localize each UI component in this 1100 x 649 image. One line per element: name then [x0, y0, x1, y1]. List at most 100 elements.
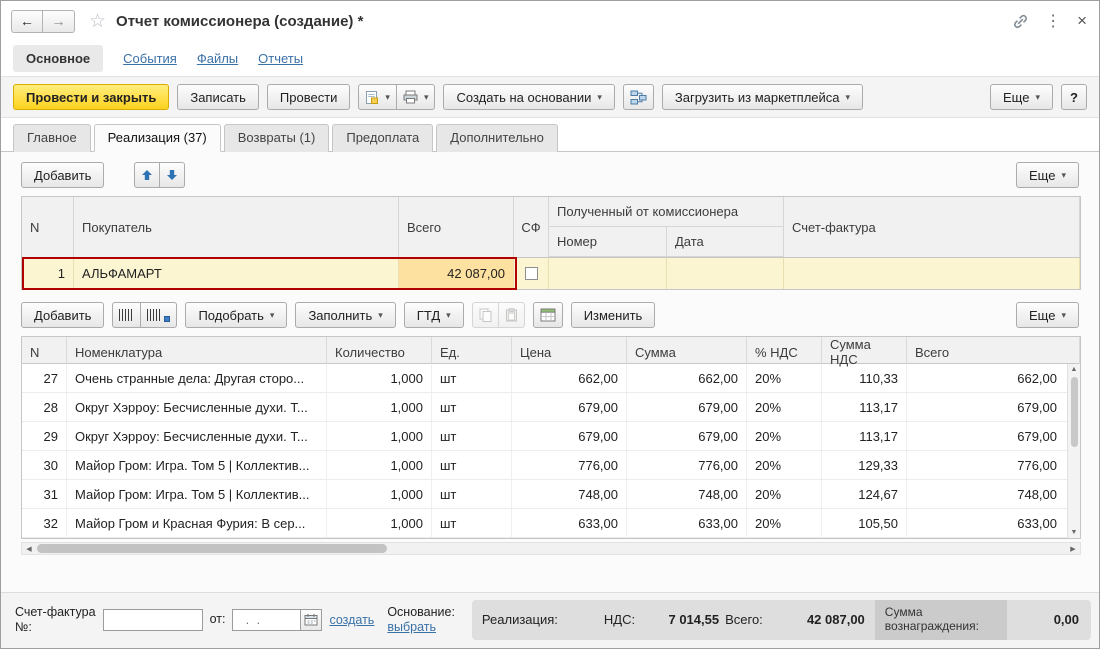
- cell-price[interactable]: 776,00: [512, 451, 627, 479]
- cell-sum[interactable]: 748,00: [627, 480, 747, 508]
- items-more-button[interactable]: Еще ▾: [1016, 302, 1079, 328]
- cell-total[interactable]: 679,00: [907, 422, 1080, 450]
- cell-total[interactable]: 633,00: [907, 509, 1080, 537]
- nav-item-main[interactable]: Основное: [13, 45, 104, 72]
- cell-total[interactable]: 679,00: [907, 393, 1080, 421]
- col-nomenclature[interactable]: Номенклатура: [67, 337, 327, 367]
- scroll-left-icon[interactable]: ◀: [22, 545, 36, 553]
- col-number[interactable]: Номер: [549, 227, 667, 257]
- cell-sum[interactable]: 633,00: [627, 509, 747, 537]
- cell-number[interactable]: [549, 258, 667, 289]
- cell-price[interactable]: 633,00: [512, 509, 627, 537]
- col-date[interactable]: Дата: [667, 227, 784, 257]
- col-sum[interactable]: Сумма: [627, 337, 747, 367]
- cell-unit[interactable]: шт: [432, 364, 512, 392]
- post-and-close-button[interactable]: Провести и закрыть: [13, 84, 170, 110]
- cell-vat-percent[interactable]: 20%: [747, 480, 822, 508]
- col-price[interactable]: Цена: [512, 337, 627, 367]
- cell-n[interactable]: 27: [22, 364, 67, 392]
- col-received-group[interactable]: Полученный от комиссионера: [549, 197, 784, 227]
- tab-prepayment[interactable]: Предоплата: [332, 124, 434, 152]
- cell-sum[interactable]: 662,00: [627, 364, 747, 392]
- paste-rows-button[interactable]: [498, 302, 525, 328]
- col-vat-percent[interactable]: % НДС: [747, 337, 822, 367]
- calendar-button[interactable]: [300, 608, 323, 631]
- table-row[interactable]: 32 Майор Гром и Красная Фурия: В сер... …: [22, 509, 1080, 538]
- cell-vat-percent[interactable]: 20%: [747, 422, 822, 450]
- cell-price[interactable]: 748,00: [512, 480, 627, 508]
- edit-item-button[interactable]: Изменить: [570, 302, 656, 328]
- load-from-marketplace-button[interactable]: Загрузить из маркетплейса ▾: [661, 84, 864, 110]
- cell-unit[interactable]: шт: [432, 480, 512, 508]
- cell-total[interactable]: 776,00: [907, 451, 1080, 479]
- tab-realization[interactable]: Реализация (37): [93, 124, 221, 152]
- write-button[interactable]: Записать: [177, 84, 259, 110]
- vertical-scrollbar[interactable]: ▲ ▼: [1067, 364, 1080, 538]
- scroll-up-icon[interactable]: ▲: [1071, 364, 1078, 375]
- col-invoice[interactable]: Счет-фактура: [784, 197, 1080, 257]
- move-up-button[interactable]: [134, 162, 161, 188]
- buyers-more-button[interactable]: Еще ▾: [1016, 162, 1079, 188]
- cell-unit[interactable]: шт: [432, 509, 512, 537]
- cell-quantity[interactable]: 1,000: [327, 393, 432, 421]
- scroll-right-icon[interactable]: ▶: [1066, 545, 1080, 553]
- cell-nomenclature[interactable]: Очень странные дела: Другая сторо...: [67, 364, 327, 392]
- output-list-button[interactable]: [532, 302, 563, 328]
- col-n[interactable]: N: [22, 337, 67, 367]
- cell-nomenclature[interactable]: Округ Хэрроу: Бесчисленные духи. Т...: [67, 393, 327, 421]
- move-down-button[interactable]: [160, 162, 186, 188]
- cell-vat-sum[interactable]: 124,67: [822, 480, 907, 508]
- window-menu-icon[interactable]: ⋮: [1045, 11, 1061, 31]
- cell-nomenclature[interactable]: Майор Гром: Игра. Том 5 | Коллектив...: [67, 480, 327, 508]
- cell-buyer[interactable]: АЛЬФАМАРТ: [74, 258, 399, 289]
- add-buyer-button[interactable]: Добавить: [21, 162, 105, 188]
- cell-n[interactable]: 28: [22, 393, 67, 421]
- choose-basis-link[interactable]: выбрать: [387, 620, 455, 634]
- cell-n[interactable]: 32: [22, 509, 67, 537]
- cell-price[interactable]: 679,00: [512, 422, 627, 450]
- get-link-icon[interactable]: [1012, 13, 1029, 30]
- cell-price[interactable]: 679,00: [512, 393, 627, 421]
- cell-quantity[interactable]: 1,000: [327, 422, 432, 450]
- vertical-scroll-thumb[interactable]: [1070, 377, 1078, 447]
- print-dropdown-button[interactable]: ▾: [396, 84, 436, 110]
- sf-checkbox[interactable]: [524, 267, 538, 280]
- col-quantity[interactable]: Количество: [327, 337, 432, 367]
- invoice-number-input[interactable]: [102, 608, 203, 631]
- table-row[interactable]: 27 Очень странные дела: Другая сторо... …: [22, 364, 1080, 393]
- scroll-down-icon[interactable]: ▼: [1071, 527, 1078, 538]
- post-button[interactable]: Провести: [266, 84, 351, 110]
- barcode-scan-button[interactable]: [112, 302, 142, 328]
- tab-returns[interactable]: Возвраты (1): [223, 124, 330, 152]
- cell-vat-percent[interactable]: 20%: [747, 509, 822, 537]
- cell-quantity[interactable]: 1,000: [327, 451, 432, 479]
- help-button[interactable]: ?: [1061, 84, 1087, 110]
- cell-unit[interactable]: шт: [432, 451, 512, 479]
- cell-sum[interactable]: 679,00: [627, 393, 747, 421]
- table-row[interactable]: 28 Округ Хэрроу: Бесчисленные духи. Т...…: [22, 393, 1080, 422]
- cell-vat-sum[interactable]: 113,17: [822, 422, 907, 450]
- buyer-row[interactable]: 1 АЛЬФАМАРТ 42 087,00: [22, 258, 1080, 289]
- col-total[interactable]: Всего: [907, 337, 1080, 367]
- copy-rows-button[interactable]: [471, 302, 499, 328]
- cell-sum[interactable]: 679,00: [627, 422, 747, 450]
- cell-quantity[interactable]: 1,000: [327, 480, 432, 508]
- cell-quantity[interactable]: 1,000: [327, 509, 432, 537]
- cell-vat-percent[interactable]: 20%: [747, 451, 822, 479]
- col-vat-sum[interactable]: Сумма НДС: [822, 337, 907, 367]
- tab-main[interactable]: Главное: [13, 124, 91, 152]
- toolbar-more-button[interactable]: Еще ▾: [990, 84, 1053, 110]
- cell-vat-sum[interactable]: 105,50: [822, 509, 907, 537]
- invoice-date-input[interactable]: [232, 608, 301, 631]
- cell-total[interactable]: 42 087,00: [399, 258, 514, 289]
- col-sf[interactable]: СФ: [514, 197, 549, 257]
- cell-nomenclature[interactable]: Майор Гром и Красная Фурия: В сер...: [67, 509, 327, 537]
- back-button[interactable]: ←: [11, 9, 43, 33]
- favorite-star-icon[interactable]: ☆: [89, 10, 106, 33]
- horizontal-scrollbar[interactable]: ◀ ▶: [21, 542, 1081, 555]
- create-based-on-button[interactable]: Создать на основании ▾: [443, 84, 615, 110]
- forward-button[interactable]: →: [43, 9, 75, 33]
- edo-dropdown-button[interactable]: ▾: [358, 84, 397, 110]
- add-item-button[interactable]: Добавить: [21, 302, 105, 328]
- col-buyer[interactable]: Покупатель: [74, 197, 399, 257]
